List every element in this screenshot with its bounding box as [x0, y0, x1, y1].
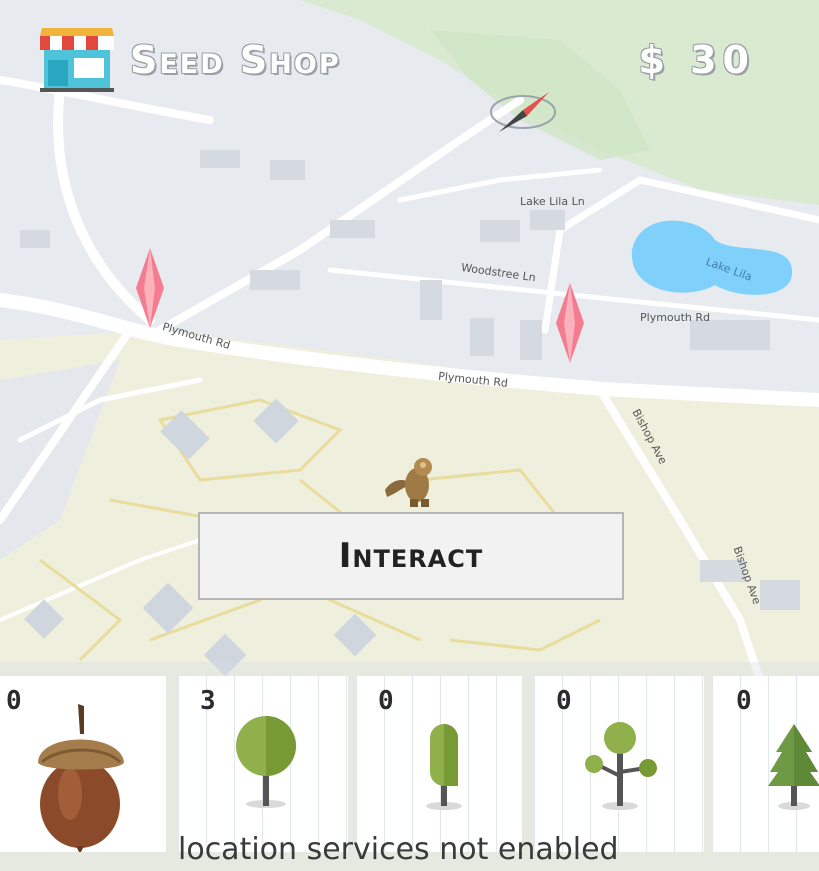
inventory-slot-columnar-tree[interactable]: 0 — [356, 676, 522, 852]
item-count: 0 — [556, 686, 572, 716]
interact-button[interactable]: Interact — [198, 512, 624, 600]
shop-label: Seed Shop — [130, 38, 341, 82]
inventory-slot-branching-tree[interactable]: 0 — [534, 676, 704, 852]
shop-icon — [40, 28, 114, 92]
status-message: location services not enabled — [178, 832, 619, 867]
item-count: 0 — [6, 686, 22, 716]
seed-shop-button[interactable]: Seed Shop — [38, 28, 341, 92]
street-label: Plymouth Rd — [640, 311, 710, 324]
inventory-slot-acorn[interactable]: 0 — [0, 676, 166, 852]
item-count: 0 — [378, 686, 394, 716]
pine-tree-icon — [768, 724, 819, 810]
item-count: 0 — [736, 686, 752, 716]
inventory-slot-pine-tree[interactable]: 0 — [712, 676, 819, 852]
item-count: 3 — [200, 686, 216, 716]
street-label: Lake Lila Ln — [520, 195, 585, 208]
acorn-icon — [38, 704, 124, 852]
inventory-slot-round-tree[interactable]: 3 — [178, 676, 348, 852]
money-display: $ 30 — [638, 38, 755, 82]
